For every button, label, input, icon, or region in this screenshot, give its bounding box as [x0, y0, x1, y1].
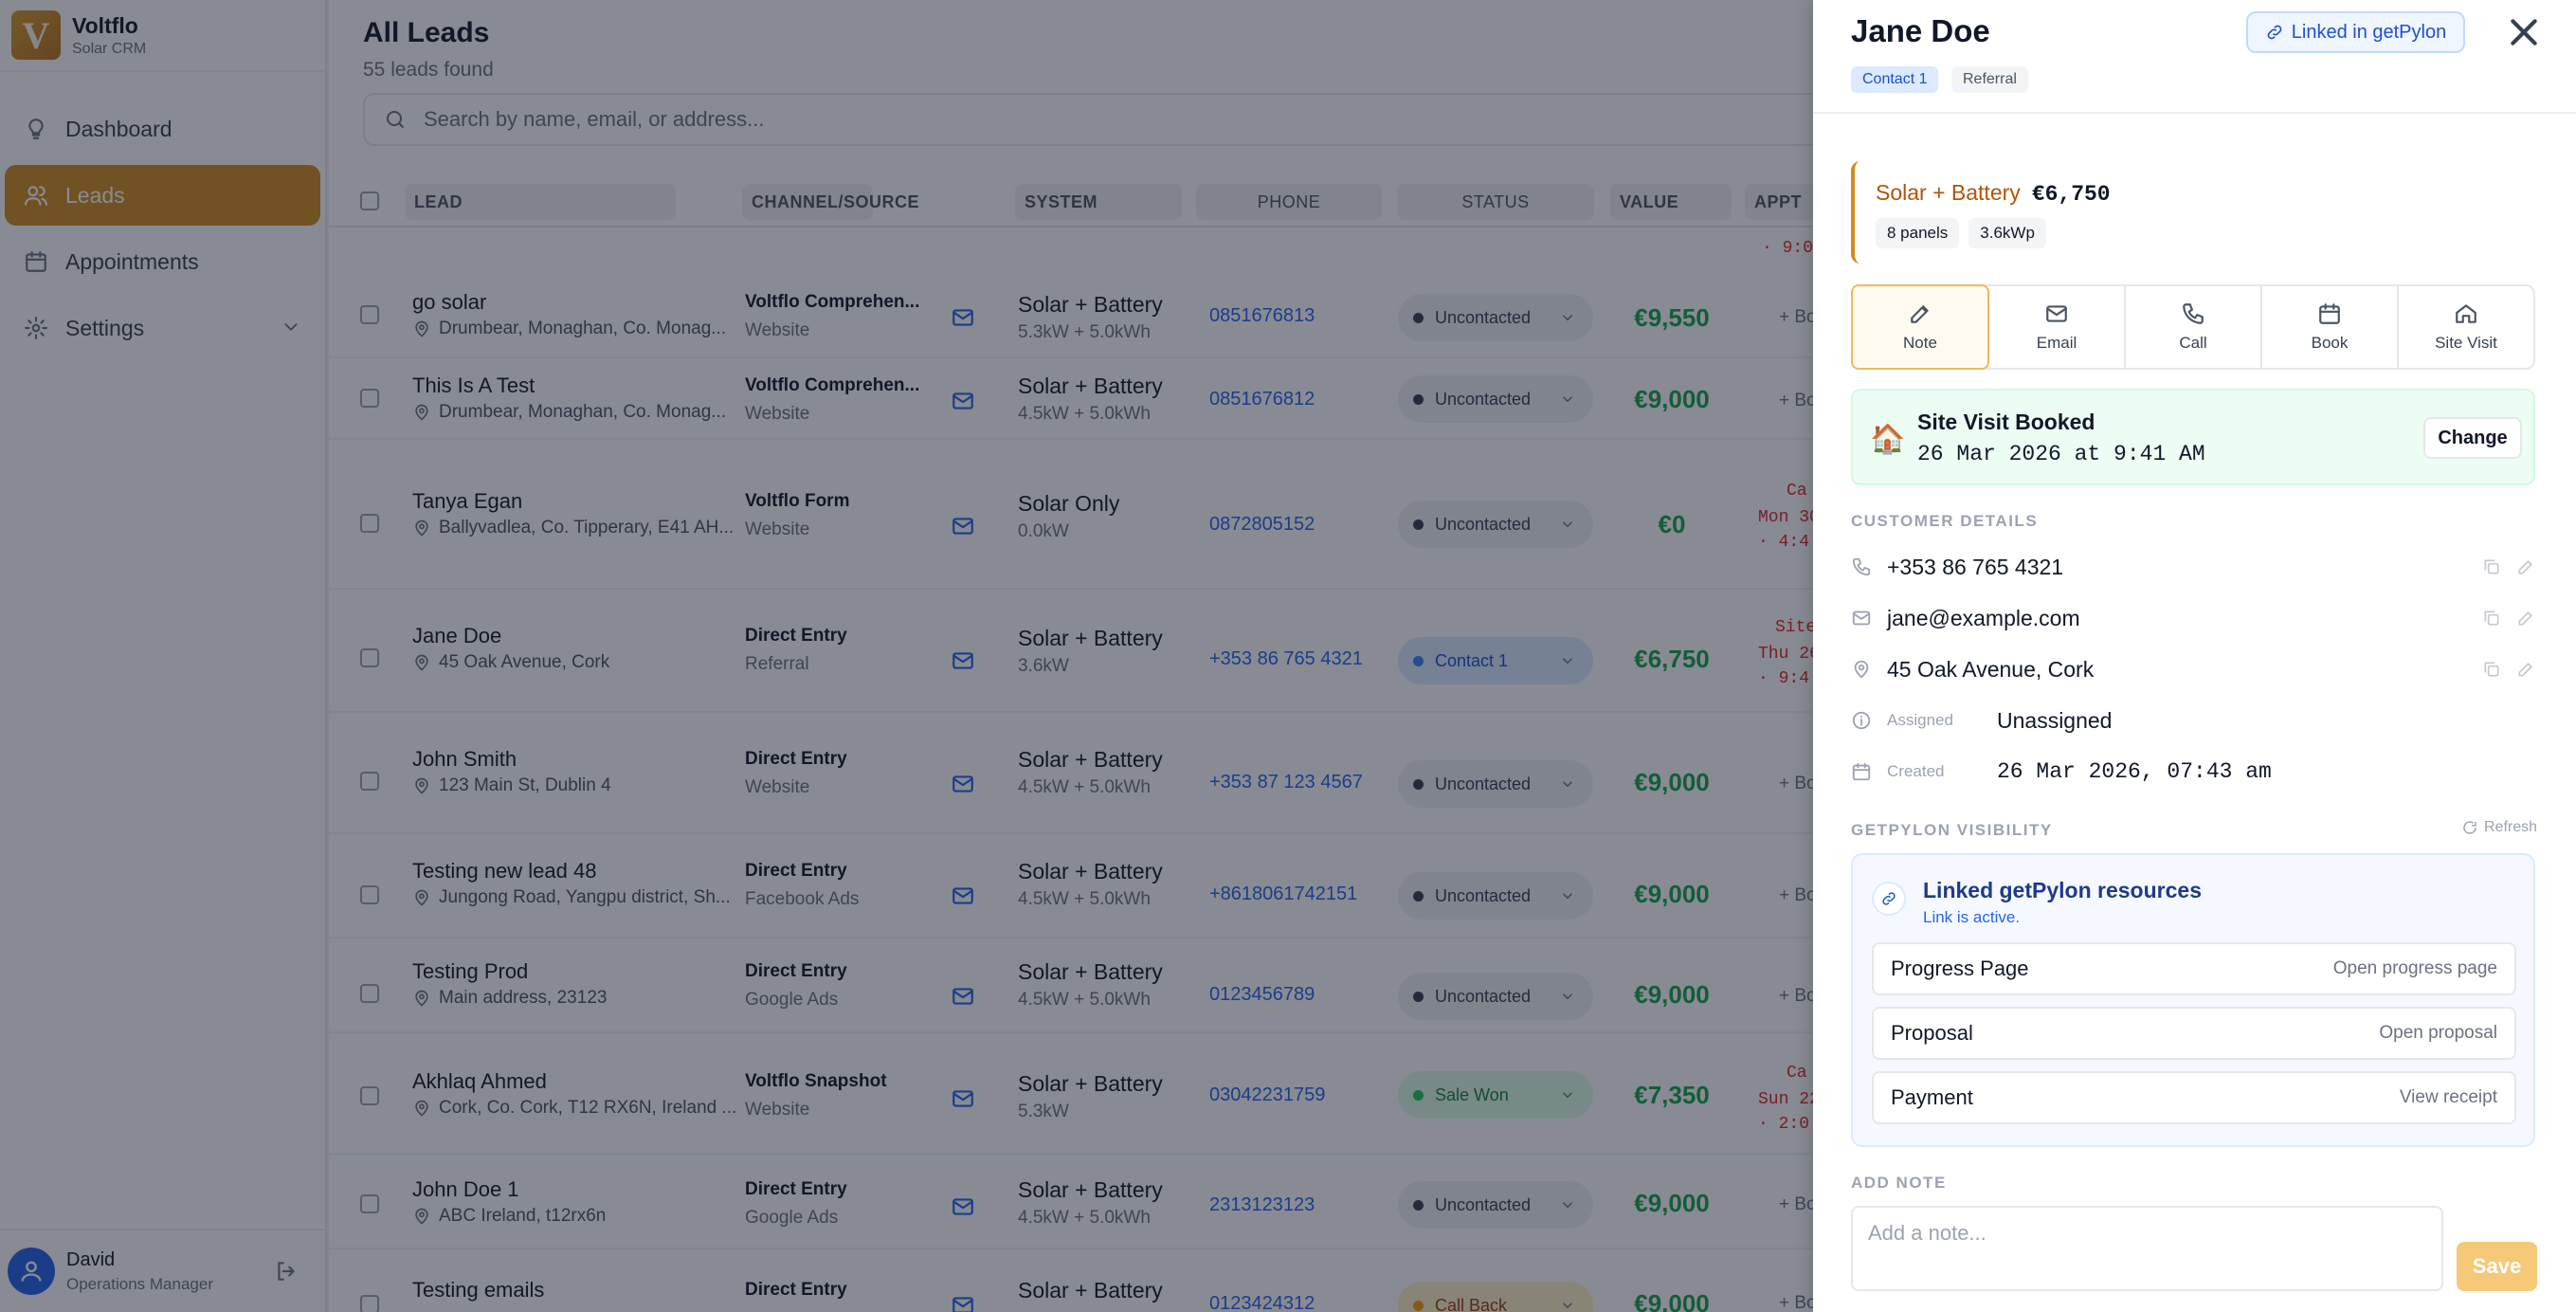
pencil-icon — [1911, 305, 1929, 323]
close-icon[interactable] — [2505, 13, 2543, 56]
action-bar: Note Email Call Book Site Visit — [1851, 284, 2535, 370]
phone-icon — [1852, 557, 1871, 576]
save-note-button[interactable]: Save — [2457, 1242, 2537, 1291]
system-type: Solar + Battery — [1876, 180, 2021, 205]
link-icon — [1872, 882, 1906, 916]
progress-page-row[interactable]: Progress Page Open progress page — [1872, 942, 2516, 995]
view-receipt-link[interactable]: View receipt — [2400, 1087, 2497, 1108]
edit-icon[interactable] — [2516, 557, 2535, 576]
status-badge: Contact 1 — [1851, 66, 1939, 93]
phone-icon — [2183, 303, 2204, 324]
calendar-icon — [1852, 762, 1871, 781]
note-action-button[interactable]: Note — [1851, 284, 1989, 370]
proposal-row[interactable]: Proposal Open proposal — [1872, 1007, 2516, 1060]
address-detail: 45 Oak Avenue, Cork — [1851, 650, 2535, 688]
capacity-chip: 3.6kWp — [1968, 218, 2046, 248]
assigned-detail: Assigned Unassigned — [1851, 702, 2535, 739]
lead-detail-drawer: Jane Doe Contact 1 Referral Linked in ge… — [1813, 0, 2576, 1312]
refresh-icon — [2463, 821, 2476, 834]
getpylon-title: Linked getPylon resources — [1923, 878, 2202, 902]
info-icon — [1852, 711, 1871, 730]
mail-icon — [2046, 305, 2067, 322]
refresh-button[interactable]: Refresh — [2461, 819, 2537, 836]
site-visit-card: 🏠 Site Visit Booked 26 Mar 2026 at 9:41 … — [1851, 389, 2535, 485]
site-visit-date: 26 Mar 2026 at 9:41 AM — [1917, 442, 2205, 466]
change-visit-button[interactable]: Change — [2423, 417, 2522, 459]
note-textarea[interactable] — [1851, 1206, 2443, 1291]
map-pin-icon — [1854, 660, 1869, 679]
linked-getpylon-button[interactable]: Linked in getPylon — [2246, 11, 2465, 53]
system-price: €6,750 — [2031, 182, 2111, 207]
add-note-heading: ADD NOTE — [1851, 1174, 1947, 1192]
phone-detail: +353 86 765 4321 — [1851, 548, 2535, 586]
customer-details-heading: CUSTOMER DETAILS — [1851, 512, 2039, 530]
created-label: Created — [1887, 762, 1945, 780]
email-action-button[interactable]: Email — [1989, 286, 2126, 368]
getpylon-resources-card: Linked getPylon resources Link is active… — [1851, 853, 2535, 1147]
email-detail: jane@example.com — [1851, 599, 2535, 637]
email-value: jane@example.com — [1887, 605, 2080, 630]
panels-chip: 8 panels — [1876, 218, 1960, 248]
call-action-button[interactable]: Call — [2126, 286, 2262, 368]
site-visit-title: Site Visit Booked — [1917, 410, 2095, 434]
copy-icon[interactable] — [2482, 609, 2501, 628]
site-visit-action-button[interactable]: Site Visit — [2399, 286, 2533, 368]
home-icon — [2456, 304, 2476, 323]
calendar-icon — [2319, 303, 2340, 324]
copy-icon[interactable] — [2482, 557, 2501, 576]
system-summary-card: Solar + Battery €6,750 8 panels 3.6kWp — [1851, 161, 2495, 264]
house-icon: 🏠 — [1870, 424, 1906, 455]
source-badge: Referral — [1951, 66, 2028, 93]
drawer-header: Jane Doe Contact 1 Referral Linked in ge… — [1813, 0, 2576, 114]
open-progress-page-link[interactable]: Open progress page — [2333, 958, 2497, 979]
book-action-button[interactable]: Book — [2262, 286, 2399, 368]
modal-backdrop[interactable] — [0, 0, 1813, 1312]
copy-icon[interactable] — [2482, 660, 2501, 679]
open-proposal-link[interactable]: Open proposal — [2379, 1023, 2497, 1044]
getpylon-status: Link is active. — [1923, 908, 2021, 926]
drawer-lead-name: Jane Doe — [1851, 13, 1990, 48]
created-value: 26 Mar 2026, 07:43 am — [1997, 759, 2272, 784]
assigned-label: Assigned — [1887, 711, 1953, 729]
payment-row[interactable]: Payment View receipt — [1872, 1071, 2516, 1124]
phone-value: +353 86 765 4321 — [1887, 554, 2064, 579]
assigned-value[interactable]: Unassigned — [1997, 708, 2112, 734]
created-detail: Created 26 Mar 2026, 07:43 am — [1851, 753, 2535, 791]
edit-icon[interactable] — [2516, 660, 2535, 679]
getpylon-heading: GETPYLON VISIBILITY — [1851, 821, 2053, 839]
edit-icon[interactable] — [2516, 609, 2535, 628]
link-icon — [2267, 25, 2282, 40]
address-value: 45 Oak Avenue, Cork — [1887, 656, 2095, 682]
mail-icon — [1852, 610, 1871, 626]
